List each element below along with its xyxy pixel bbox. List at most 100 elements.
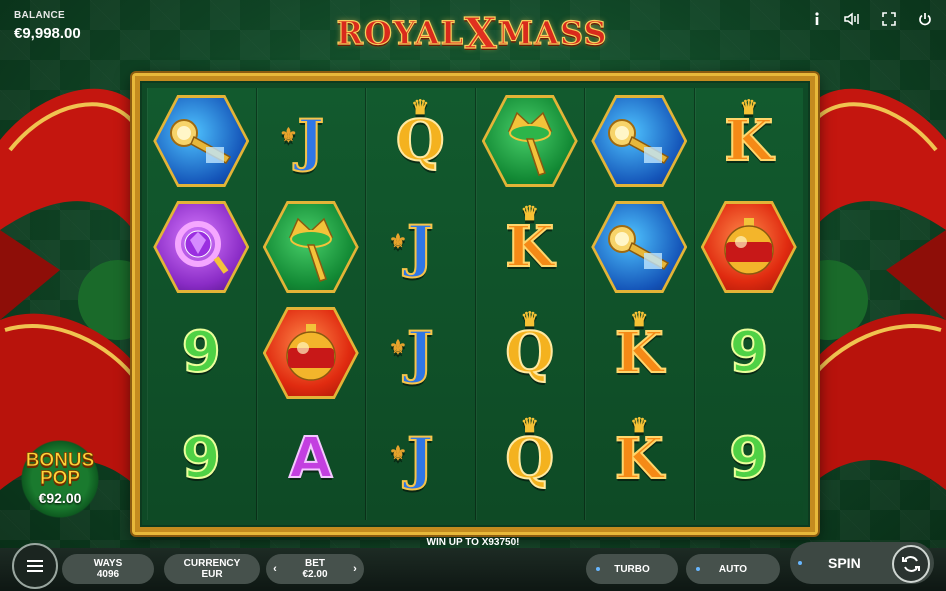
bonus-line-2: POP (39, 468, 81, 489)
spin-label: SPIN (828, 555, 861, 571)
reel-symbol: K ♛ (695, 88, 804, 194)
reel-symbol (147, 194, 256, 300)
reel-symbol: J ⚜ (366, 194, 475, 300)
balance-display: BALANCE €9,998.00 (14, 10, 81, 42)
reel-symbol: 9 (695, 300, 804, 406)
symbol-frame (591, 201, 688, 293)
bet-label: BET (305, 558, 325, 569)
spin-icon (892, 545, 930, 583)
crown-icon: ♛ (411, 95, 430, 119)
trumpet-icon (594, 98, 685, 184)
symbol-text: 9 (728, 426, 769, 491)
crown-icon: ♛ (739, 95, 758, 119)
symbol-letter: 9 (728, 324, 769, 382)
symbol-letter: K ♛ (504, 203, 555, 276)
symbol-letter: 9 (181, 324, 222, 382)
symbol-frame (262, 201, 359, 293)
reel-symbol: 9 (147, 406, 256, 512)
symbol-letter: J ⚜ (280, 112, 325, 170)
ways-display: WAYS 4096 (62, 554, 154, 584)
symbol-text: J (406, 320, 434, 386)
symbol-text: A (288, 426, 333, 491)
crown-icon: ♛ (520, 307, 539, 331)
fullscreen-icon[interactable] (880, 10, 898, 28)
auto-button[interactable]: AUTO (686, 554, 780, 584)
symbol-letter: K ♛ (614, 309, 665, 382)
spin-indicator (798, 561, 802, 565)
reel-symbol: J ⚜ (366, 300, 475, 406)
fleur-de-lis-icon: ⚜ (389, 229, 407, 253)
symbol-frame (591, 95, 688, 187)
reel-6: K ♛ 9 9 (694, 88, 804, 520)
reel-symbol (257, 300, 366, 406)
symbol-letter: K ♛ (723, 97, 774, 170)
symbol-frame (700, 201, 797, 293)
currency-selector[interactable]: CURRENCY EUR (164, 554, 260, 584)
turbo-label: TURBO (614, 563, 650, 575)
bonus-pop-badge[interactable]: BONUS POP €92.00 (14, 436, 106, 522)
reel-symbol: J ⚜ (257, 88, 366, 194)
crown-icon: ♛ (630, 307, 649, 331)
reel-symbol (147, 88, 256, 194)
symbol-frame (481, 95, 578, 187)
logo-part-2: MASS (497, 13, 608, 52)
symbol-letter: K ♛ (614, 415, 665, 488)
symbol-letter: J ⚜ (389, 430, 434, 488)
fleur-de-lis-icon: ⚜ (389, 441, 407, 465)
reel-3: Q ♛ J ⚜ J ⚜ J ⚜ (366, 88, 476, 520)
balance-value: €9,998.00 (14, 25, 81, 42)
trumpet-icon (156, 98, 247, 184)
bet-increase-icon[interactable]: › (348, 554, 362, 584)
reel-symbol: J ⚜ (366, 406, 475, 512)
turbo-button[interactable]: TURBO (586, 554, 678, 584)
reel-symbol (695, 194, 804, 300)
bet-decrease-icon[interactable]: ‹ (268, 554, 282, 584)
ways-label: WAYS (93, 558, 123, 569)
trumpet-icon (594, 204, 685, 290)
reel-symbol: K ♛ (585, 300, 694, 406)
symbol-frame (262, 307, 359, 399)
crown-icon: ♛ (630, 413, 649, 437)
ribbon-right (806, 88, 946, 490)
reel-symbol: Q ♛ (366, 88, 475, 194)
symbol-text: 9 (728, 320, 769, 385)
reel-symbol: K ♛ (585, 406, 694, 512)
turbo-indicator (596, 567, 600, 571)
reel-symbol: A (257, 406, 366, 512)
reel-2: J ⚜ A (256, 88, 366, 520)
symbol-text: J (297, 108, 325, 174)
symbol-letter: J ⚜ (389, 324, 434, 382)
reel-1: 99 (147, 88, 257, 520)
sound-icon[interactable] (844, 10, 862, 28)
power-icon[interactable] (916, 10, 934, 28)
spin-button[interactable]: SPIN (790, 542, 934, 584)
symbol-frame (153, 201, 250, 293)
reel-symbol (257, 194, 366, 300)
fleur-de-lis-icon: ⚜ (279, 123, 298, 147)
menu-button[interactable] (12, 543, 58, 589)
bet-selector: ‹ BET €2.00 › (266, 554, 364, 584)
reel-symbol: 9 (695, 406, 804, 512)
ways-value: 4096 (96, 569, 120, 580)
ornament-icon (265, 310, 356, 396)
symbol-text: J (406, 214, 434, 280)
reel-symbol (585, 194, 694, 300)
bet-value: €2.00 (302, 569, 328, 580)
reel-5: K ♛ K ♛ (585, 88, 695, 520)
symbol-letter: Q ♛ (395, 97, 446, 170)
symbol-letter: 9 (728, 430, 769, 488)
crown-icon: ♛ (520, 413, 539, 437)
symbol-letter: A (288, 430, 333, 488)
reel-symbol: Q ♛ (476, 300, 585, 406)
logo-x: X (464, 8, 498, 58)
hamburger-icon (27, 560, 43, 572)
symbol-text: 9 (181, 320, 222, 385)
symbol-letter: J ⚜ (389, 218, 434, 276)
reel-symbol (476, 88, 585, 194)
reel-symbol: K ♛ (476, 194, 585, 300)
reel-4: K ♛ Q ♛ Q ♛ (475, 88, 585, 520)
info-icon[interactable] (808, 10, 826, 28)
scepter-icon (484, 98, 575, 184)
reel-symbol: Q ♛ (476, 406, 585, 512)
balance-label: BALANCE (14, 10, 65, 21)
